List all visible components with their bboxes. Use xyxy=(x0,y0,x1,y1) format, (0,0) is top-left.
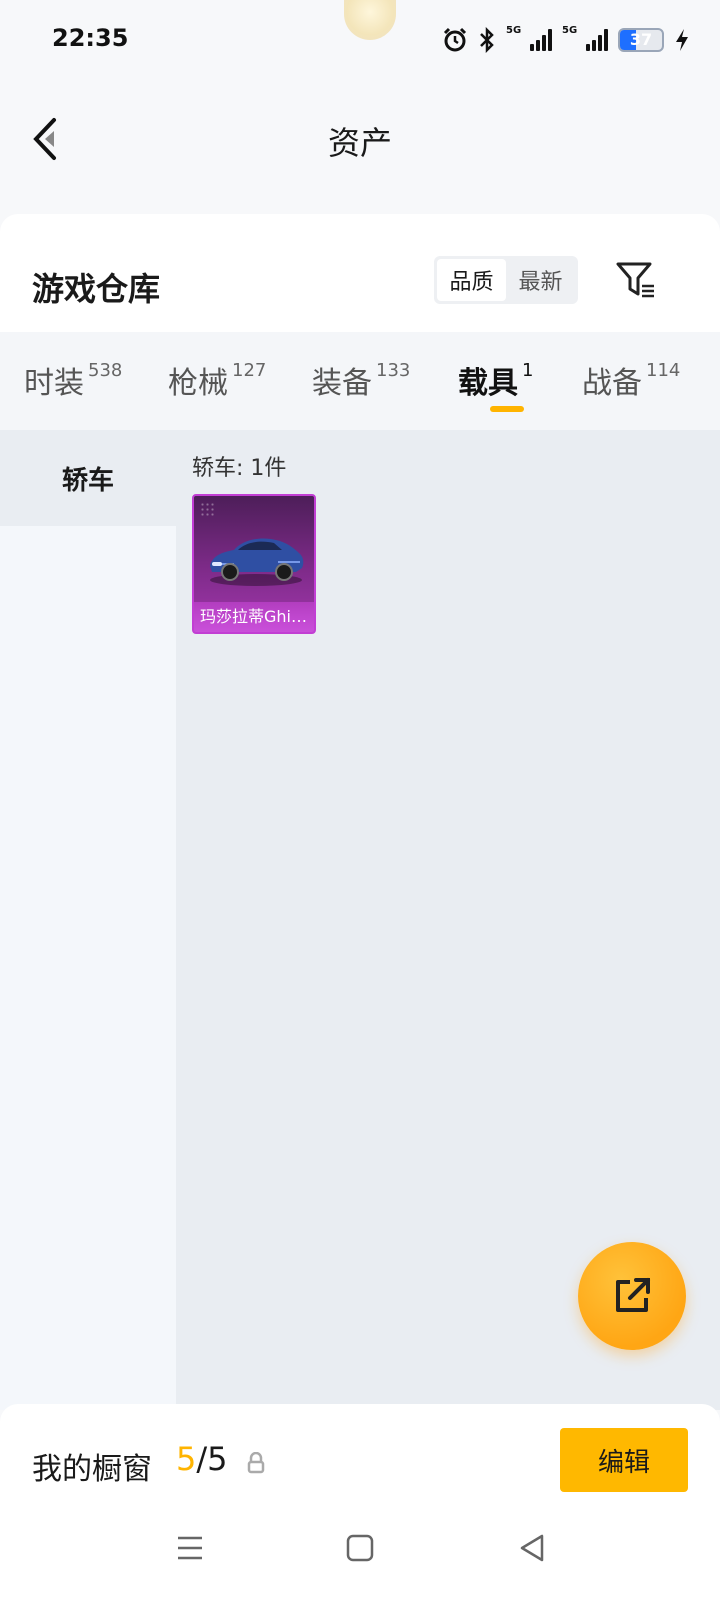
section-count: 轿车: 1件 xyxy=(192,456,287,481)
tab-label: 载具 xyxy=(458,366,518,401)
tab-count: 1 xyxy=(522,360,534,381)
showcase-label: 我的橱窗 xyxy=(32,1452,152,1487)
header: 资产 xyxy=(0,84,720,214)
charging-icon xyxy=(674,28,690,52)
bluetooth-icon xyxy=(478,27,496,53)
active-tab-indicator xyxy=(490,406,524,412)
showcase-current: 5 xyxy=(176,1440,197,1478)
menu-icon xyxy=(178,1536,202,1560)
showcase-total: 5 xyxy=(207,1440,228,1478)
tab-combat-gear[interactable]: 战备 114 xyxy=(582,358,680,402)
item-card[interactable]: 玛莎拉蒂Ghib... xyxy=(192,494,316,634)
page-title: 资产 xyxy=(327,124,392,162)
tab-count: 114 xyxy=(646,360,681,381)
tab-vehicles[interactable]: 载具 1 xyxy=(458,358,533,402)
tab-label: 时装 xyxy=(24,366,84,401)
tab-fashion[interactable]: 时装 538 xyxy=(24,358,122,402)
sort-option-newest[interactable]: 最新 xyxy=(506,259,575,301)
share-icon xyxy=(616,1278,650,1312)
showcase-count: 5/5 xyxy=(176,1440,228,1478)
warehouse-title: 游戏仓库 xyxy=(32,270,161,308)
menu-button[interactable] xyxy=(170,1530,210,1566)
status-time: 22:35 xyxy=(52,24,129,52)
tab-label: 战备 xyxy=(582,366,642,401)
tab-weapons[interactable]: 枪械 127 xyxy=(168,358,266,402)
filter-button[interactable] xyxy=(614,258,658,302)
category-tabs: 时装 538 枪械 127 装备 133 载具 1 战备 114 xyxy=(0,332,720,430)
status-bar: 22:35 5G 5G 37 xyxy=(0,0,720,84)
status-icons: 5G 5G 37 xyxy=(442,25,690,54)
battery-icon: 37 xyxy=(618,28,664,52)
tab-count: 133 xyxy=(376,360,411,381)
sort-option-quality[interactable]: 品质 xyxy=(437,259,506,301)
edit-button[interactable]: 编辑 xyxy=(560,1428,688,1492)
card-pattern xyxy=(200,502,216,518)
tab-count: 127 xyxy=(232,360,267,381)
home-icon xyxy=(346,1534,374,1562)
showcase-separator: / xyxy=(196,1440,208,1478)
car-icon xyxy=(210,538,304,586)
tab-label: 装备 xyxy=(312,366,372,401)
back-nav-button[interactable] xyxy=(512,1530,552,1566)
status-decoration xyxy=(344,0,396,40)
battery-percent: 37 xyxy=(629,30,653,49)
system-nav-bar xyxy=(0,1490,720,1604)
back-icon xyxy=(520,1534,544,1562)
signal-5g-icon: 5G xyxy=(562,25,608,51)
network-tag: 5G xyxy=(506,25,522,36)
subcategory-sidebar: 轿车 xyxy=(0,430,176,1410)
home-button[interactable] xyxy=(340,1530,380,1566)
filter-icon xyxy=(616,262,654,298)
lock-icon xyxy=(247,1452,265,1474)
warehouse-header: 游戏仓库 品质 最新 xyxy=(0,214,720,332)
tab-count: 538 xyxy=(88,360,123,381)
item-name: 玛莎拉蒂Ghib... xyxy=(194,602,314,632)
sidebar-item-sedan[interactable]: 轿车 xyxy=(0,430,176,526)
alarm-icon xyxy=(442,27,468,53)
network-tag: 5G xyxy=(562,25,578,36)
tab-equipment[interactable]: 装备 133 xyxy=(312,358,410,402)
signal-5g-icon: 5G xyxy=(506,25,552,51)
sort-toggle: 品质 最新 xyxy=(434,256,578,304)
tab-label: 枪械 xyxy=(168,366,228,401)
share-button[interactable] xyxy=(578,1242,686,1350)
